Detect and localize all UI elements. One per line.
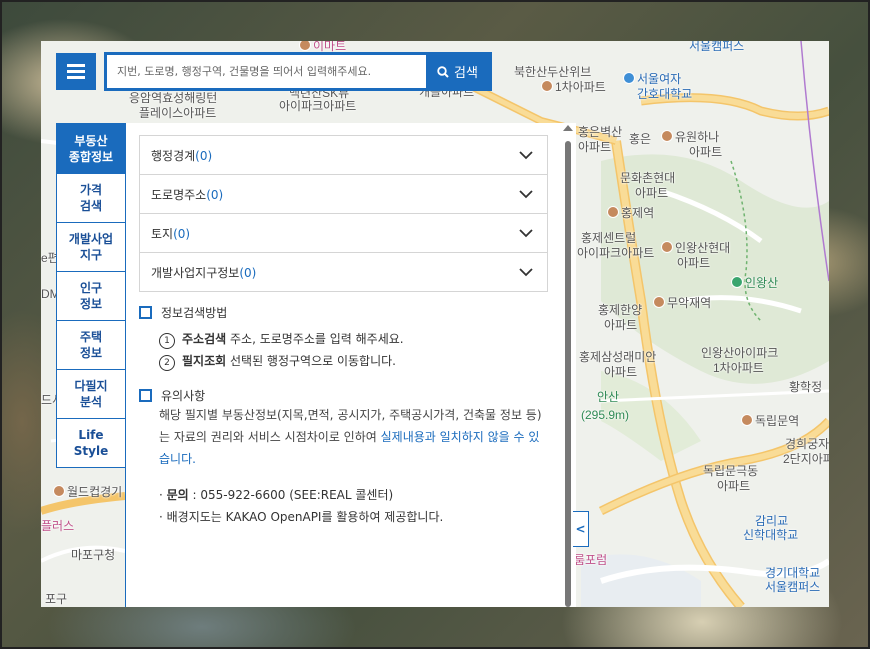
map-label: 아이파크아파트 <box>279 99 357 113</box>
map-label: 서울여자 <box>623 72 681 86</box>
square-bullet-icon <box>139 306 152 319</box>
map-label: 인왕산현대 <box>661 241 730 255</box>
result-accordion: 행정경계(0) 도로명주소(0) 토지(0) 개발사업지구정보(0) <box>139 135 548 292</box>
map-label: 서울캠퍼스 <box>689 41 745 53</box>
tab-real-estate-info[interactable]: 부동산 종합정보 <box>56 123 126 174</box>
accordion-road-address[interactable]: 도로명주소(0) <box>140 175 547 214</box>
notice-section-title: 유의사항 <box>139 387 205 404</box>
map-label: 1차아파트 <box>713 361 764 375</box>
map-label: 응암역효성해링턴 <box>129 91 218 105</box>
map-app-window: 이마트 서울캠퍼스 북한산두산위브 1차아파트 서울여자 간호대학교 응암역효성… <box>41 41 829 607</box>
poi-icon <box>541 80 553 92</box>
map-label: 포구 <box>45 592 68 606</box>
search-icon <box>437 65 449 78</box>
accordion-land[interactable]: 토지(0) <box>140 214 547 253</box>
result-count: (0) <box>173 226 191 241</box>
map-label: 아파트 <box>677 256 711 270</box>
search-input[interactable] <box>107 55 425 88</box>
map-label: 인왕산 <box>731 276 778 290</box>
poi-icon <box>299 41 311 51</box>
scroll-up-arrow-icon[interactable] <box>563 125 573 131</box>
search-button[interactable]: 검색 <box>426 55 489 88</box>
info-panel: 행정경계(0) 도로명주소(0) 토지(0) 개발사업지구정보(0) 정보검색방… <box>125 123 576 607</box>
map-label: 감리교 <box>755 514 789 528</box>
result-count: (0) <box>239 265 257 280</box>
chevron-left-icon: < <box>575 522 586 536</box>
guide-item: 2 필지조회 선택된 행정구역으로 이동합니다. <box>159 352 396 371</box>
map-label: 월드컵경기 <box>53 485 122 499</box>
subway-icon <box>741 414 753 426</box>
map-label: 북한산두산위브 <box>514 65 592 79</box>
map-label: 아이파크아파트 <box>577 246 655 260</box>
map-label: 유원하나 <box>661 130 719 144</box>
subway-icon <box>653 296 665 308</box>
map-label: 홍제삼성래미안 <box>579 350 657 364</box>
map-label: 홍제센트럴 <box>581 231 637 245</box>
square-bullet-icon <box>139 389 152 402</box>
chevron-down-icon <box>519 267 533 276</box>
map-label: 경기대학교 <box>765 566 821 580</box>
guide-item: 1 주소검색 주소, 도로명주소를 입력 해주세요. <box>159 330 404 349</box>
poi-icon <box>661 241 673 253</box>
chevron-down-icon <box>519 150 533 159</box>
chevron-down-icon <box>519 189 533 198</box>
map-label: 2단지아파트 <box>783 452 829 466</box>
search-button-label: 검색 <box>454 66 478 81</box>
mountain-icon <box>731 276 743 288</box>
map-label: 서울캠퍼스 <box>765 580 821 594</box>
collapse-panel-button[interactable]: < <box>573 511 589 547</box>
chevron-down-icon <box>519 228 533 237</box>
guide-section-title: 정보검색방법 <box>139 304 227 321</box>
result-count: (0) <box>206 187 224 202</box>
menu-button[interactable] <box>56 53 96 90</box>
school-icon <box>623 72 635 84</box>
subway-icon <box>607 206 619 218</box>
tab-population-info[interactable]: 인구 정보 <box>56 272 126 321</box>
map-label: 아파트 <box>604 365 638 379</box>
map-label: 독립문극동 <box>703 464 759 478</box>
map-label: 홍제한양 <box>598 303 643 317</box>
search-bar: 검색 <box>104 52 492 91</box>
map-label: 아파트 <box>635 186 669 200</box>
accordion-development-zone[interactable]: 개발사업지구정보(0) <box>140 253 547 291</box>
tab-development-zone[interactable]: 개발사업 지구 <box>56 223 126 272</box>
accordion-admin-boundary[interactable]: 행정경계(0) <box>140 136 547 175</box>
tab-housing-info[interactable]: 주택 정보 <box>56 321 126 370</box>
side-tabs: 부동산 종합정보 가격 검색 개발사업 지구 인구 정보 주택 정보 다필지 분… <box>56 123 126 468</box>
map-label: 룸포럼 <box>574 553 608 567</box>
map-label: 홍은벽산 <box>578 125 623 139</box>
map-label: 마포구청 <box>71 548 116 562</box>
map-label: 황학정 <box>789 380 823 394</box>
tab-life-style[interactable]: Life Style <box>56 419 126 468</box>
poi-icon <box>53 485 65 497</box>
notice-text: 해당 필지별 부동산정보(지목,면적, 공시지가, 주택공시가격, 건축물 정보… <box>159 408 542 466</box>
map-label: 경희궁자이 <box>785 437 829 451</box>
map-label: 안산 <box>597 390 620 404</box>
map-label: 홍제역 <box>607 206 654 220</box>
map-label: 문화촌현대 <box>620 171 676 185</box>
map-label: 플러스 <box>41 519 75 533</box>
poi-icon <box>661 130 673 142</box>
map-label: 독립문역 <box>741 414 799 428</box>
map-label: 아파트 <box>578 140 612 154</box>
map-label: 인왕산아이파크 <box>701 346 779 360</box>
map-label: 아파트 <box>604 318 638 332</box>
map-label: (295.9m) <box>581 408 630 422</box>
tab-price-search[interactable]: 가격 검색 <box>56 174 126 223</box>
contact-info: · 문의 : 055-922-6600 (SEE:REAL 콜센터) <box>159 488 394 502</box>
map-label: 간호대학교 <box>637 87 693 101</box>
map-label: 아파트 <box>689 145 723 159</box>
map-label: 아파트 <box>717 479 751 493</box>
hamburger-icon <box>67 64 85 67</box>
map-label: 홍은 <box>629 132 652 146</box>
map-label: 신학대학교 <box>743 528 799 542</box>
map-source-note: · 배경지도는 KAKAO OpenAPI를 활용하여 제공합니다. <box>159 510 444 524</box>
panel-scrollbar[interactable] <box>565 141 571 607</box>
map-label: 플레이스아파트 <box>139 106 217 120</box>
map-label: 무악재역 <box>653 296 711 310</box>
tab-multi-parcel-analysis[interactable]: 다필지 분석 <box>56 370 126 419</box>
result-count: (0) <box>195 148 213 163</box>
map-label: 1차아파트 <box>541 80 606 94</box>
